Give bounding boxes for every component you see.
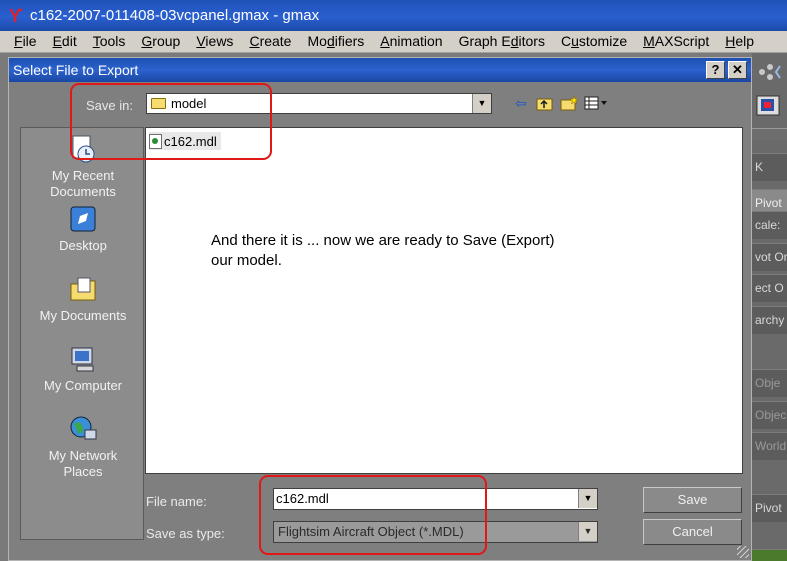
panel-row-10[interactable]: Pivot: [752, 494, 787, 522]
place-label: My Network: [48, 448, 118, 463]
menu-text: itors: [518, 33, 545, 49]
panel-row-1: K: [752, 153, 787, 181]
gmax-logo-icon: ϒ: [9, 6, 23, 26]
menu-text: ools: [99, 33, 126, 49]
menu-item-9[interactable]: Customize: [553, 31, 635, 52]
annotation-line-2: our model.: [211, 252, 282, 269]
menu-text: dit: [61, 33, 77, 49]
place-network[interactable]: My Network Places: [21, 414, 145, 480]
file-list[interactable]: c162.mdl And there it is ... now we are …: [145, 127, 743, 474]
menu-bar: File Edit Tools Group Views Create Modifiers An…: [0, 31, 787, 53]
menu-item-6[interactable]: Modifiers: [299, 31, 372, 52]
panel-status-strip: [752, 549, 787, 561]
save-button[interactable]: Save: [643, 487, 742, 513]
dialog-title-bar: Select File to Export: [9, 58, 751, 82]
menu-item-5[interactable]: Create: [241, 31, 299, 52]
save-as-type-label: Save as type:: [146, 526, 225, 541]
place-my-computer[interactable]: My Computer: [21, 344, 145, 394]
menu-item-11[interactable]: Help: [717, 31, 762, 52]
desktop-icon: [68, 204, 98, 234]
menu-accelerator: u: [571, 33, 579, 49]
menu-item-1[interactable]: Edit: [45, 31, 85, 52]
my-computer-icon: [68, 344, 98, 374]
place-label: My Recent: [51, 168, 115, 183]
menu-accelerator: C: [249, 33, 260, 49]
resize-grip-icon[interactable]: [737, 546, 749, 558]
menu-accelerator: G: [141, 33, 153, 49]
menu-accelerator: F: [14, 33, 23, 49]
chevron-down-icon[interactable]: ▼: [578, 522, 597, 541]
close-button[interactable]: ✕: [728, 61, 747, 79]
cancel-button[interactable]: Cancel: [643, 519, 742, 545]
menu-accelerator: d: [326, 33, 335, 49]
menu-text: reate: [259, 33, 292, 49]
dialog-toolbar: ⇦: [512, 95, 607, 111]
place-label-line2: Documents: [50, 184, 116, 199]
panel-divider: [752, 128, 787, 140]
dialog-title: Select File to Export: [13, 62, 139, 78]
menu-text: ile: [22, 33, 37, 49]
place-my-documents[interactable]: My Documents: [21, 274, 145, 324]
place-label: Desktop: [59, 238, 107, 253]
menu-text: nimation: [389, 33, 443, 49]
menu-text: Graph E: [458, 33, 511, 49]
panel-row-3: cale:: [752, 211, 787, 239]
view-menu-icon[interactable]: [584, 95, 607, 111]
menu-item-7[interactable]: Animation: [372, 31, 450, 52]
menu-text: AXScript: [654, 33, 710, 49]
menu-text: C: [560, 33, 572, 49]
my-documents-icon: [68, 274, 98, 304]
menu-text: ifiers: [334, 33, 365, 49]
menu-item-0[interactable]: File: [6, 31, 45, 52]
menu-accelerator: T: [92, 33, 100, 49]
menu-item-10[interactable]: MAXScript: [635, 31, 717, 52]
panel-row-5[interactable]: ect O: [752, 274, 787, 302]
help-button[interactable]: ?: [706, 61, 725, 79]
menu-item-3[interactable]: Group: [133, 31, 188, 52]
new-folder-icon[interactable]: [560, 95, 579, 111]
tutorial-annotation: And there it is ... now we are ready to …: [211, 231, 611, 271]
menu-accelerator: d: [510, 33, 519, 49]
place-desktop[interactable]: Desktop: [21, 204, 145, 254]
command-panel: K Pivot cale: vot Or ect O archy Obje Ob…: [752, 53, 787, 561]
highlight-file-name: [259, 475, 487, 555]
app-title-bar: ϒ c162-2007-011408-03vcpanel.gmax - gmax: [0, 0, 787, 31]
chevron-down-icon[interactable]: ▼: [578, 489, 597, 508]
annotation-line-1: And there it is ... now we are ready to …: [211, 232, 555, 249]
place-label-line2: Places: [63, 464, 103, 479]
menu-item-8[interactable]: Graph Editors: [451, 31, 553, 52]
menu-text: stomize: [578, 33, 628, 49]
menu-item-4[interactable]: Views: [188, 31, 241, 52]
file-name-label: File name:: [146, 494, 207, 509]
panel-row-8[interactable]: Objec: [752, 401, 787, 429]
network-places-icon: [68, 414, 98, 444]
command-panel-toolbar-icon[interactable]: [756, 61, 781, 81]
menu-accelerator: M: [643, 33, 655, 49]
panel-row-4[interactable]: vot Or: [752, 243, 787, 271]
app-title: c162-2007-011408-03vcpanel.gmax - gmax: [30, 7, 320, 24]
menu-text: roup: [152, 33, 181, 49]
place-label: My Documents: [39, 308, 127, 323]
menu-text: iews: [205, 33, 234, 49]
menu-text: Mo: [307, 33, 327, 49]
panel-row-7[interactable]: Obje: [752, 369, 787, 397]
chevron-down-icon[interactable]: ▼: [472, 94, 491, 113]
panel-row-6[interactable]: archy: [752, 306, 787, 334]
menu-text: elp: [735, 33, 755, 49]
menu-item-2[interactable]: Tools: [85, 31, 134, 52]
menu-accelerator: E: [52, 33, 62, 49]
panel-row-9[interactable]: World: [752, 432, 787, 460]
up-folder-icon[interactable]: [536, 95, 554, 111]
back-icon[interactable]: ⇦: [512, 95, 530, 111]
utility-icon[interactable]: [756, 95, 780, 116]
highlight-save-in: [70, 83, 272, 160]
menu-accelerator: A: [380, 33, 390, 49]
places-bar: My Recent Documents Desktop My Documents…: [20, 127, 144, 540]
menu-accelerator: H: [725, 33, 736, 49]
place-label: My Computer: [43, 378, 123, 393]
